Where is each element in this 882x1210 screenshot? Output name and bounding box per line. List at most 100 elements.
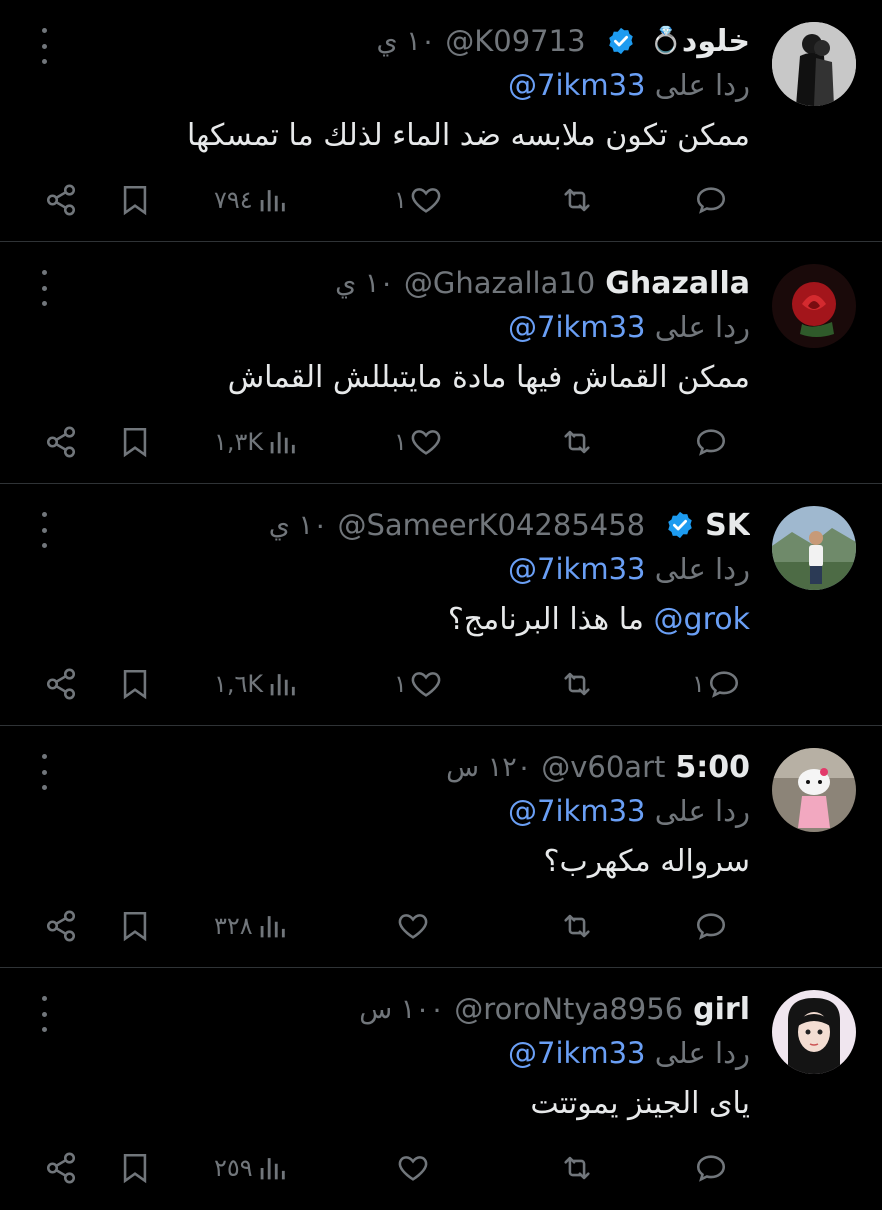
tweet-body: ممكن القماش فيها مادة مايتبللش القماش [227, 360, 750, 395]
like-icon [411, 672, 441, 697]
views-icon [260, 190, 285, 212]
display-name[interactable]: SK [705, 508, 750, 543]
views-button[interactable]: ١,٣K [212, 420, 299, 464]
share-button[interactable] [44, 1146, 78, 1190]
bookmark-button[interactable] [118, 1146, 152, 1190]
share-button[interactable] [44, 178, 78, 222]
share-button[interactable] [44, 420, 78, 464]
tweet-header: girl @roroNtya8956 ١٠٠ س [70, 988, 750, 1030]
user-handle[interactable]: @Ghazalla10 [404, 266, 595, 300]
bookmark-button[interactable] [118, 178, 152, 222]
more-icon[interactable] [34, 512, 54, 548]
more-icon[interactable] [34, 270, 54, 306]
share-icon [46, 910, 76, 942]
user-handle[interactable]: @SameerK04285458 [337, 508, 645, 542]
retweet-button[interactable] [556, 178, 594, 222]
retweet-button[interactable] [556, 662, 594, 706]
avatar[interactable] [772, 506, 856, 590]
like-icon [411, 188, 441, 213]
avatar[interactable] [772, 22, 856, 106]
replying-to-mention[interactable]: @7ikm33 [508, 552, 645, 586]
retweet-button[interactable] [556, 1146, 594, 1190]
reply-button[interactable] [690, 178, 728, 222]
reply-button[interactable] [690, 904, 728, 948]
share-button[interactable] [44, 662, 78, 706]
share-icon [46, 426, 76, 458]
action-bar: ٧٩٤ ١ [0, 178, 882, 222]
like-count: ١ [394, 428, 407, 456]
like-icon [398, 914, 428, 939]
avatar[interactable] [772, 748, 856, 832]
reply-tweet[interactable]: SK @SameerK04285458 ١٠ ي ردا على @7ikm33… [0, 484, 882, 726]
views-button[interactable]: ٣٢٨ [212, 904, 289, 948]
user-handle[interactable]: @K09713 [445, 24, 585, 58]
reply-tweet[interactable]: Ghazalla @Ghazalla10 ١٠ ي ردا على @7ikm3… [0, 242, 882, 484]
share-icon [46, 668, 76, 700]
display-name[interactable]: girl [693, 992, 750, 1027]
replying-to-mention[interactable]: @7ikm33 [508, 1036, 645, 1070]
reply-icon [696, 1155, 726, 1182]
share-button[interactable] [44, 904, 78, 948]
share-icon [46, 184, 76, 216]
text-mention[interactable]: @grok [654, 602, 750, 637]
replying-to-label: ردا على [654, 68, 750, 102]
like-button[interactable]: ١ [392, 420, 443, 464]
like-button[interactable] [392, 904, 430, 948]
timestamp[interactable]: ١٠٠ س [359, 994, 444, 1025]
display-name[interactable]: Ghazalla [605, 266, 750, 301]
views-count: ٢٥٩ [214, 1154, 253, 1182]
more-icon[interactable] [34, 996, 54, 1032]
avatar[interactable] [772, 990, 856, 1074]
replying-to-mention[interactable]: @7ikm33 [508, 310, 645, 344]
views-button[interactable]: ١,٦K [212, 662, 299, 706]
tweet-text: ممكن القماش فيها مادة مايتبللش القماش [30, 360, 750, 395]
more-icon[interactable] [34, 28, 54, 64]
views-count: ١,٣K [214, 428, 264, 456]
replying-to-mention[interactable]: @7ikm33 [508, 794, 645, 828]
like-button[interactable]: ١ [392, 662, 443, 706]
user-handle[interactable]: @v60art [541, 750, 665, 784]
bookmark-button[interactable] [118, 420, 152, 464]
reply-tweet[interactable]: girl @roroNtya8956 ١٠٠ س ردا على @7ikm33… [0, 968, 882, 1210]
verified-badge-icon [665, 510, 695, 540]
bookmark-button[interactable] [118, 904, 152, 948]
retweet-button[interactable] [556, 420, 594, 464]
tweet-header: Ghazalla @Ghazalla10 ١٠ ي [70, 262, 750, 304]
replying-to-mention[interactable]: @7ikm33 [508, 68, 645, 102]
user-handle[interactable]: @roroNtya8956 [454, 992, 683, 1026]
display-name[interactable]: 5:00 [675, 750, 750, 785]
tweet-text: ياى الجينز يموتتت [30, 1086, 750, 1121]
timestamp[interactable]: ١٠ ي [377, 26, 436, 57]
timestamp[interactable]: ١٠ ي [269, 510, 328, 541]
retweet-icon [564, 188, 590, 212]
display-name[interactable]: خلود [682, 24, 750, 59]
verified-badge-icon [606, 26, 636, 56]
tweet-body: ياى الجينز يموتتت [530, 1086, 750, 1121]
like-button[interactable] [392, 1146, 430, 1190]
views-icon [260, 916, 285, 938]
like-button[interactable]: ١ [392, 178, 443, 222]
bookmark-button[interactable] [118, 662, 152, 706]
retweet-button[interactable] [556, 904, 594, 948]
views-icon [270, 674, 295, 696]
bookmark-icon [123, 911, 147, 942]
avatar[interactable] [772, 264, 856, 348]
replying-to: ردا على @7ikm33 [30, 68, 750, 102]
like-count: ١ [394, 670, 407, 698]
replying-to-label: ردا على [654, 310, 750, 344]
reply-button[interactable]: ١ [690, 662, 741, 706]
views-icon [260, 1158, 285, 1180]
reply-button[interactable] [690, 1146, 728, 1190]
reply-button[interactable] [690, 420, 728, 464]
reply-tweet[interactable]: خلود 💍 @K09713 ١٠ ي ردا على @7ikm33 ممكن… [0, 0, 882, 242]
timestamp[interactable]: ١٢٠ س [446, 752, 531, 783]
views-icon [270, 432, 295, 454]
reply-tweet[interactable]: 5:00 @v60art ١٢٠ س ردا على @7ikm33 سروال… [0, 726, 882, 968]
more-icon[interactable] [34, 754, 54, 790]
replying-to-label: ردا على [654, 794, 750, 828]
views-button[interactable]: ٢٥٩ [212, 1146, 289, 1190]
timestamp[interactable]: ١٠ ي [335, 268, 394, 299]
views-button[interactable]: ٧٩٤ [212, 178, 289, 222]
tweet-text: ممكن تكون ملابسه ضد الماء لذلك ما تمسكها [30, 118, 750, 153]
action-bar: ١,٦K ١ ١ [0, 662, 882, 706]
